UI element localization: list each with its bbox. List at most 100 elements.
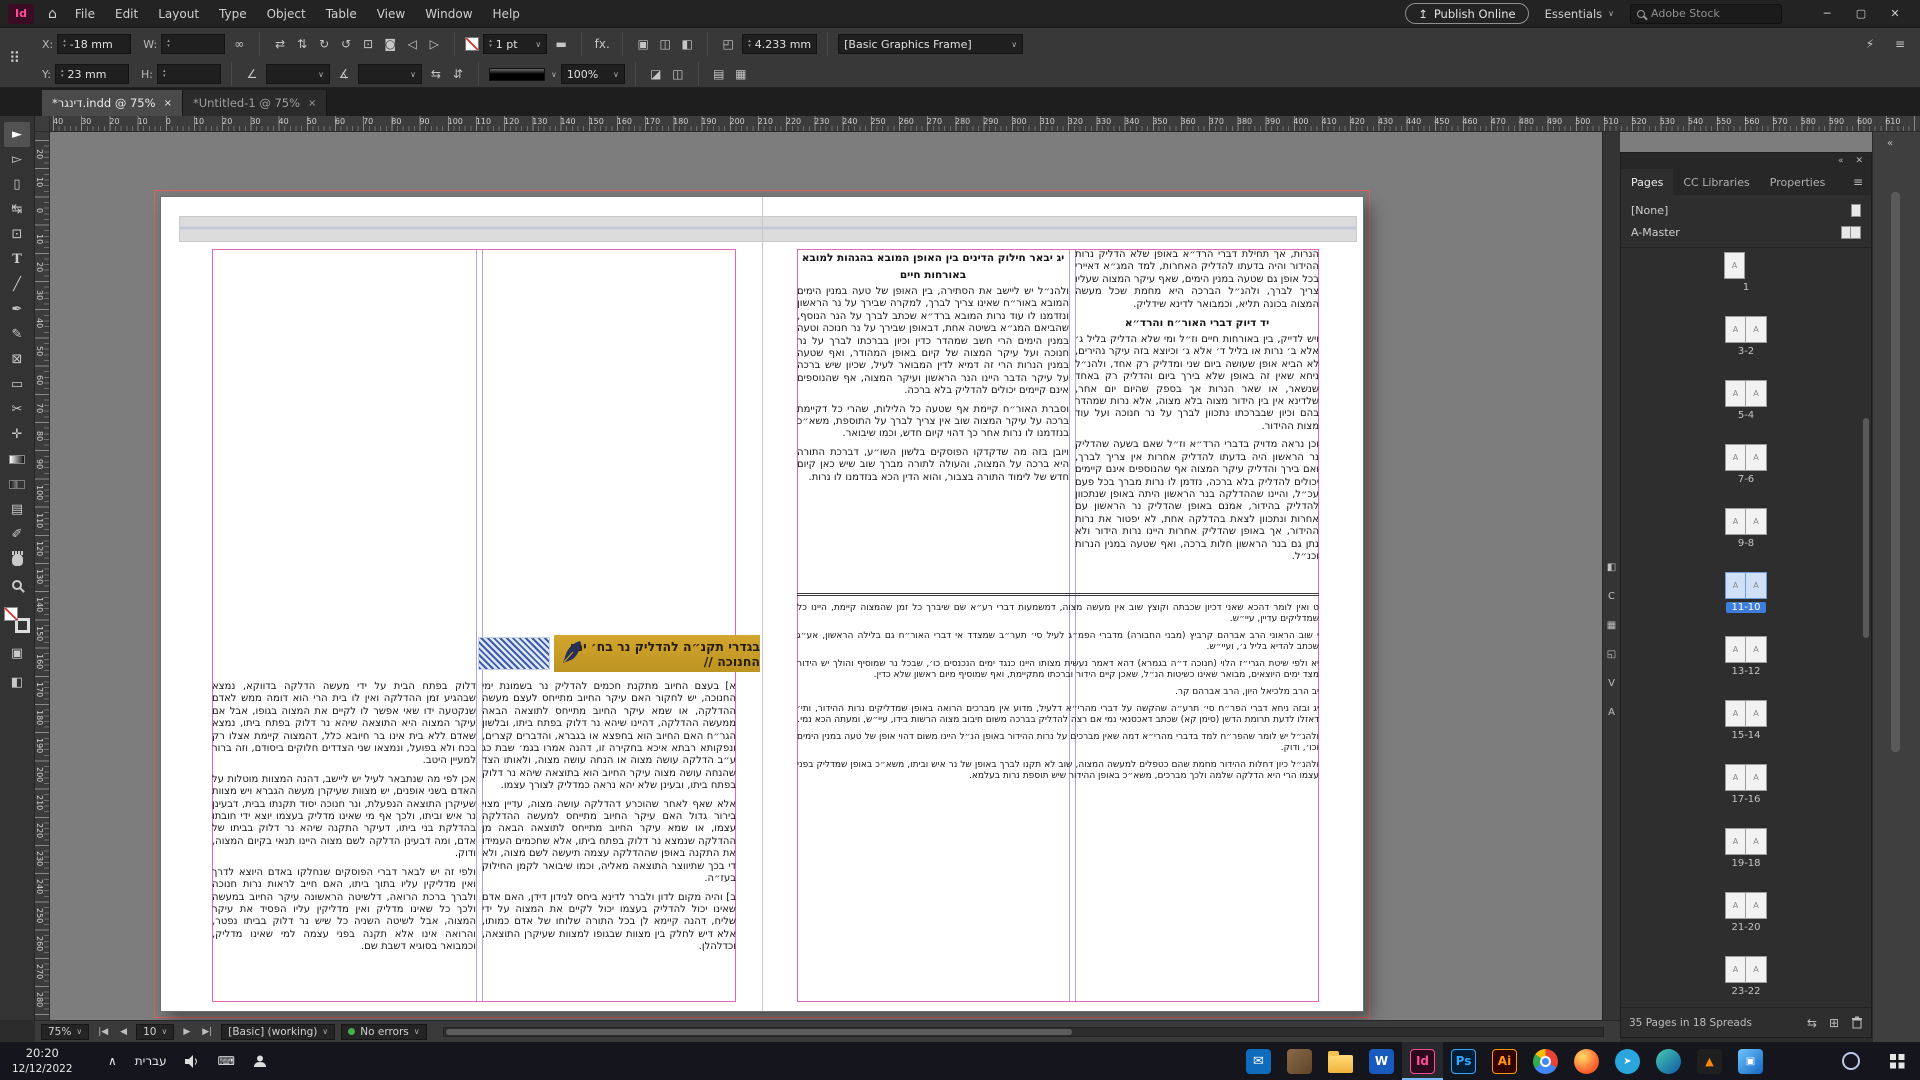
selection-tool[interactable]: ►	[4, 122, 30, 147]
spread-thumbnail[interactable]: A A 11-10	[1621, 572, 1871, 636]
page-number-select[interactable]: 10 ∨	[136, 1023, 175, 1040]
hand-tool[interactable]	[4, 547, 30, 572]
stroke-weight-select[interactable]: ▴ ▾ 1 pt ∨	[483, 34, 548, 54]
taskbar-edge[interactable]	[1648, 1042, 1689, 1080]
normal-view-icon[interactable]: ▣	[4, 641, 30, 666]
people-icon[interactable]	[253, 1054, 267, 1068]
preflight-status[interactable]: No errors ∨	[341, 1023, 427, 1040]
control-panel-menu-icon[interactable]: ≡	[1890, 34, 1910, 54]
menu-item[interactable]: File	[65, 0, 105, 28]
delete-page-icon[interactable]	[1851, 1016, 1863, 1029]
page-thumbnail[interactable]: A	[1725, 316, 1746, 343]
stepper-icon[interactable]: ▴ ▾	[61, 69, 64, 79]
tray-expand-icon[interactable]: ∧	[108, 1054, 117, 1068]
object-style-select[interactable]: [Basic Graphics Frame] ∨	[838, 34, 1024, 54]
page-thumbnail[interactable]: A	[1746, 700, 1767, 727]
y-field[interactable]: ▴ ▾ 23 mm	[54, 64, 129, 84]
spread-thumbnail[interactable]: A A 5-4	[1621, 380, 1871, 444]
footnotes-block[interactable]: ט ואין לומר דהכא שאני דכיון שכבתה וקוצץ …	[797, 603, 1319, 843]
free-transform-tool[interactable]: ✛	[4, 422, 30, 447]
page-transitions-icon[interactable]: ⇆	[1807, 1016, 1817, 1030]
type-tool[interactable]: T	[4, 247, 30, 272]
taskbar-chrome[interactable]	[1525, 1042, 1566, 1080]
page-thumbnail[interactable]: A	[1725, 700, 1746, 727]
drop-shadow-icon[interactable]: ◪	[646, 64, 666, 84]
taskbar-photoshop[interactable]: Ps	[1443, 1042, 1484, 1080]
eyedropper-tool[interactable]: ✐	[4, 522, 30, 547]
page-thumbnail[interactable]: A	[1746, 316, 1767, 343]
collapsed-panel-layers-icon[interactable]: ◱	[1607, 649, 1616, 660]
rectangle-tool[interactable]: ▭	[4, 372, 30, 397]
home-icon[interactable]: ⌂	[48, 6, 57, 22]
stepper-icon[interactable]: ▴ ▾	[63, 39, 66, 49]
collapse-panels-icon[interactable]: «	[1838, 156, 1844, 166]
page-thumbnail[interactable]: A	[1746, 828, 1767, 855]
scissors-tool[interactable]: ✂	[4, 397, 30, 422]
publish-online-button[interactable]: ↥ Publish Online	[1405, 3, 1529, 24]
menu-item[interactable]: View	[367, 0, 415, 28]
minimize-button[interactable]: ─	[1810, 0, 1844, 28]
taskbar-firefox[interactable]	[1566, 1042, 1607, 1080]
page-thumbnail[interactable]: A	[1746, 636, 1767, 663]
stepper-icon[interactable]: ▴ ▾	[748, 39, 751, 49]
menu-item[interactable]: Layout	[148, 0, 209, 28]
rotate-90-cw-icon[interactable]: ↻	[314, 34, 334, 54]
first-page-button[interactable]: |◀	[95, 1027, 111, 1037]
master-page-row[interactable]: [None]	[1621, 199, 1871, 221]
master-page-row[interactable]: A-Master	[1621, 221, 1871, 243]
wrap-bounding-box-icon[interactable]: ◫	[655, 34, 675, 54]
page-thumbnail[interactable]: A	[1746, 764, 1767, 791]
taskbar-word[interactable]: W	[1361, 1042, 1402, 1080]
collapsed-panel-links-icon[interactable]: V	[1608, 678, 1615, 689]
spread-thumbnail[interactable]: A A 13-12	[1621, 636, 1871, 700]
page-thumbnail[interactable]: A	[1725, 444, 1746, 471]
page-thumbnail[interactable]: A	[1725, 380, 1746, 407]
select-previous-object-icon[interactable]: ◁	[402, 34, 422, 54]
direct-selection-tool[interactable]: ▻	[4, 147, 30, 172]
menu-item[interactable]: Edit	[105, 0, 148, 28]
document-tab[interactable]: *דינגר.indd @ 75% ×	[42, 90, 183, 116]
next-page-button[interactable]: ▶	[180, 1027, 193, 1037]
maximize-button[interactable]: ▢	[1844, 0, 1878, 28]
fill-color-swatch[interactable]	[488, 67, 545, 81]
gradient-swatch-tool[interactable]	[4, 447, 30, 472]
search-button[interactable]	[1828, 1042, 1874, 1080]
spread-thumbnail[interactable]: A A 9-8	[1621, 508, 1871, 572]
taskbar-indesign[interactable]: Id	[1402, 1042, 1443, 1080]
chapter-title-banner[interactable]: בגדרי תקנ״ה להדליק נר בח׳ ימי החנוכה //	[554, 635, 760, 672]
page-thumbnail[interactable]: A	[1746, 508, 1767, 535]
close-button[interactable]: ✕	[1878, 0, 1912, 28]
spread-thumbnail[interactable]: A A 23-22	[1621, 956, 1871, 1007]
taskbar-explorer[interactable]	[1320, 1042, 1361, 1080]
language-indicator[interactable]: עברית	[135, 1054, 167, 1068]
page-thumbnail[interactable]: A	[1725, 636, 1746, 663]
spread-thumbnail[interactable]: A A 15-14	[1621, 700, 1871, 764]
gradient-feather-tool[interactable]	[4, 472, 30, 497]
w-field[interactable]: ▴ ▾	[161, 34, 226, 54]
spread-thumbnail[interactable]: A A 21-20	[1621, 892, 1871, 956]
stepper-icon[interactable]: ▴ ▾	[163, 69, 166, 79]
page-thumbnail[interactable]: A	[1746, 892, 1767, 919]
corner-radius-field[interactable]: ▴ ▾ 4.233 mm	[742, 34, 818, 54]
flip-vertical-icon[interactable]: ⇵	[448, 64, 468, 84]
flip-vertical-icon[interactable]: ⇅	[292, 34, 312, 54]
zoom-level-select[interactable]: 75% ∨	[41, 1023, 90, 1040]
tint-field[interactable]: 100% ∨	[560, 64, 625, 84]
page-thumbnail[interactable]: A	[1746, 444, 1767, 471]
fill-swatch-icon[interactable]	[4, 607, 18, 621]
menu-item[interactable]: Table	[316, 0, 367, 28]
running-header-frame[interactable]	[179, 216, 1357, 242]
ruler-origin-box[interactable]	[35, 116, 50, 132]
select-next-object-icon[interactable]: ▷	[424, 34, 444, 54]
taskbar-utility[interactable]	[1279, 1042, 1320, 1080]
new-page-icon[interactable]: ⊞	[1829, 1016, 1839, 1030]
page-thumbnail[interactable]: A	[1725, 572, 1746, 599]
preflight-profile-select[interactable]: [Basic] (working) ∨	[221, 1023, 336, 1040]
close-icon[interactable]: ×	[308, 98, 316, 109]
rotate-90-ccw-icon[interactable]: ↺	[336, 34, 356, 54]
page-tool[interactable]: ▯	[4, 172, 30, 197]
shear-angle-field[interactable]: ∨	[357, 64, 422, 84]
decorative-hatch-block[interactable]	[478, 637, 550, 670]
select-container-icon[interactable]: ⊡	[358, 34, 378, 54]
collapsed-panel-swatches-icon[interactable]: ▦	[1607, 620, 1616, 631]
